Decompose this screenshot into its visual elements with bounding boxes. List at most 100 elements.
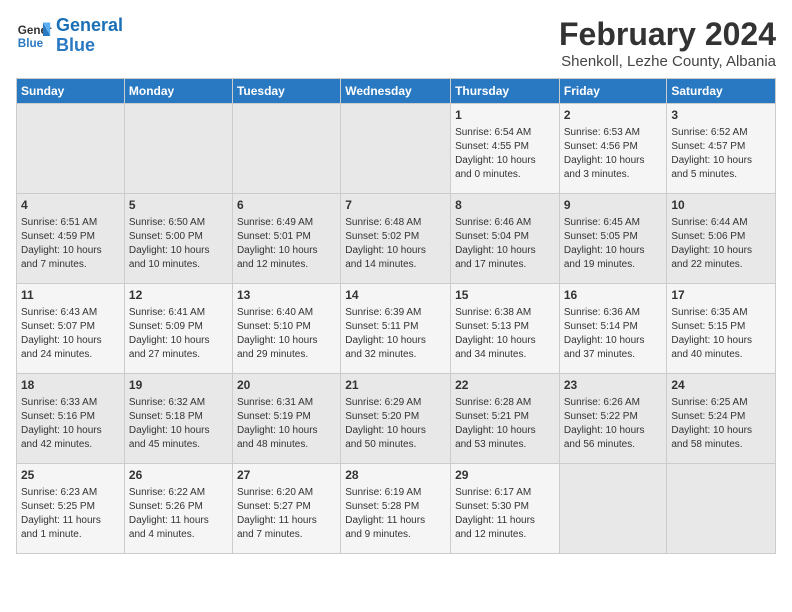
day-info: Sunrise: 6:17 AM Sunset: 5:30 PM Dayligh…: [455, 486, 555, 542]
day-number: 17: [671, 287, 771, 304]
week-row-5: 25 Sunrise: 6:23 AM Sunset: 5:25 PM Dayli…: [17, 464, 776, 554]
day-number: 11: [21, 287, 120, 304]
day-info: Sunrise: 6:39 AM Sunset: 5:11 PM Dayligh…: [345, 306, 446, 362]
calendar-cell: [559, 464, 667, 554]
title-block: February 2024 Shenkoll, Lezhe County, Al…: [559, 16, 776, 70]
calendar-cell: 6 Sunrise: 6:49 AM Sunset: 5:01 PM Daylig…: [232, 194, 340, 284]
calendar-cell: 2 Sunrise: 6:53 AM Sunset: 4:56 PM Daylig…: [559, 104, 667, 194]
calendar-cell: 18 Sunrise: 6:33 AM Sunset: 5:16 PM Dayli…: [17, 374, 125, 464]
day-info: Sunrise: 6:29 AM Sunset: 5:20 PM Dayligh…: [345, 396, 446, 452]
day-info: Sunrise: 6:33 AM Sunset: 5:16 PM Dayligh…: [21, 396, 120, 452]
day-info: Sunrise: 6:40 AM Sunset: 5:10 PM Dayligh…: [237, 306, 336, 362]
calendar-cell: 23Sunrise: 6:26 AM Sunset: 5:22 PM Dayli…: [559, 374, 667, 464]
day-info: Sunrise: 6:48 AM Sunset: 5:02 PM Dayligh…: [345, 216, 446, 272]
calendar-cell: 25 Sunrise: 6:23 AM Sunset: 5:25 PM Dayli…: [17, 464, 125, 554]
logo-text: General Blue: [56, 16, 123, 56]
calendar-cell: 12 Sunrise: 6:41 AM Sunset: 5:09 PM Dayli…: [124, 284, 232, 374]
calendar-cell: 5Sunrise: 6:50 AM Sunset: 5:00 PM Daylig…: [124, 194, 232, 284]
day-info: Sunrise: 6:41 AM Sunset: 5:09 PM Dayligh…: [129, 306, 228, 362]
logo-line2: Blue: [56, 35, 95, 55]
weekday-header-row: Sunday Monday Tuesday Wednesday Thursday…: [17, 79, 776, 104]
day-number: 24: [671, 377, 771, 394]
day-number: 15: [455, 287, 555, 304]
day-number: 3: [671, 107, 771, 124]
day-number: 10: [671, 197, 771, 214]
header-sunday: Sunday: [17, 79, 125, 104]
day-number: 12: [129, 287, 228, 304]
day-number: 6: [237, 197, 336, 214]
day-number: 19: [129, 377, 228, 394]
day-number: 2: [564, 107, 663, 124]
week-row-3: 11 Sunrise: 6:43 AM Sunset: 5:07 PM Dayli…: [17, 284, 776, 374]
day-number: 4: [21, 197, 120, 214]
day-info: Sunrise: 6:52 AM Sunset: 4:57 PM Dayligh…: [671, 126, 771, 182]
calendar-cell: 28Sunrise: 6:19 AM Sunset: 5:28 PM Dayli…: [341, 464, 451, 554]
calendar-cell: 27Sunrise: 6:20 AM Sunset: 5:27 PM Dayli…: [232, 464, 340, 554]
day-info: Sunrise: 6:54 AM Sunset: 4:55 PM Dayligh…: [455, 126, 555, 182]
calendar-cell: 26 Sunrise: 6:22 AM Sunset: 5:26 PM Dayli…: [124, 464, 232, 554]
day-number: 26: [129, 467, 228, 484]
day-info: Sunrise: 6:45 AM Sunset: 5:05 PM Dayligh…: [564, 216, 663, 272]
calendar-cell: 11 Sunrise: 6:43 AM Sunset: 5:07 PM Dayli…: [17, 284, 125, 374]
day-info: Sunrise: 6:43 AM Sunset: 5:07 PM Dayligh…: [21, 306, 120, 362]
day-info: Sunrise: 6:53 AM Sunset: 4:56 PM Dayligh…: [564, 126, 663, 182]
calendar-cell: [124, 104, 232, 194]
calendar-cell: 1Sunrise: 6:54 AM Sunset: 4:55 PM Daylig…: [451, 104, 560, 194]
page-header: General Blue General Blue February 2024 …: [16, 16, 776, 70]
calendar-cell: 7 Sunrise: 6:48 AM Sunset: 5:02 PM Daylig…: [341, 194, 451, 284]
day-number: 8: [455, 197, 555, 214]
calendar-cell: 10 Sunrise: 6:44 AM Sunset: 5:06 PM Dayli…: [667, 194, 776, 284]
calendar-cell: [667, 464, 776, 554]
calendar-cell: 15 Sunrise: 6:38 AM Sunset: 5:13 PM Dayli…: [451, 284, 560, 374]
week-row-1: 1Sunrise: 6:54 AM Sunset: 4:55 PM Daylig…: [17, 104, 776, 194]
header-saturday: Saturday: [667, 79, 776, 104]
day-number: 14: [345, 287, 446, 304]
day-info: Sunrise: 6:31 AM Sunset: 5:19 PM Dayligh…: [237, 396, 336, 452]
day-info: Sunrise: 6:36 AM Sunset: 5:14 PM Dayligh…: [564, 306, 663, 362]
header-friday: Friday: [559, 79, 667, 104]
header-wednesday: Wednesday: [341, 79, 451, 104]
day-info: Sunrise: 6:35 AM Sunset: 5:15 PM Dayligh…: [671, 306, 771, 362]
calendar-cell: 14 Sunrise: 6:39 AM Sunset: 5:11 PM Dayli…: [341, 284, 451, 374]
calendar-subtitle: Shenkoll, Lezhe County, Albania: [559, 53, 776, 70]
day-info: Sunrise: 6:38 AM Sunset: 5:13 PM Dayligh…: [455, 306, 555, 362]
calendar-cell: [232, 104, 340, 194]
day-number: 22: [455, 377, 555, 394]
day-number: 20: [237, 377, 336, 394]
calendar-cell: 9 Sunrise: 6:45 AM Sunset: 5:05 PM Daylig…: [559, 194, 667, 284]
calendar-cell: 8 Sunrise: 6:46 AM Sunset: 5:04 PM Daylig…: [451, 194, 560, 284]
day-number: 5: [129, 197, 228, 214]
calendar-cell: 16 Sunrise: 6:36 AM Sunset: 5:14 PM Dayli…: [559, 284, 667, 374]
day-info: Sunrise: 6:44 AM Sunset: 5:06 PM Dayligh…: [671, 216, 771, 272]
day-info: Sunrise: 6:22 AM Sunset: 5:26 PM Dayligh…: [129, 486, 228, 542]
calendar-title: February 2024: [559, 16, 776, 53]
day-number: 16: [564, 287, 663, 304]
logo-icon: General Blue: [16, 18, 52, 54]
day-info: Sunrise: 6:28 AM Sunset: 5:21 PM Dayligh…: [455, 396, 555, 452]
day-info: Sunrise: 6:46 AM Sunset: 5:04 PM Dayligh…: [455, 216, 555, 272]
calendar-cell: 3 Sunrise: 6:52 AM Sunset: 4:57 PM Daylig…: [667, 104, 776, 194]
calendar-cell: [341, 104, 451, 194]
day-number: 7: [345, 197, 446, 214]
calendar-cell: 21 Sunrise: 6:29 AM Sunset: 5:20 PM Dayli…: [341, 374, 451, 464]
day-info: Sunrise: 6:23 AM Sunset: 5:25 PM Dayligh…: [21, 486, 120, 542]
day-number: 25: [21, 467, 120, 484]
calendar-cell: 17 Sunrise: 6:35 AM Sunset: 5:15 PM Dayli…: [667, 284, 776, 374]
calendar-cell: 22 Sunrise: 6:28 AM Sunset: 5:21 PM Dayli…: [451, 374, 560, 464]
day-info: Sunrise: 6:51 AM Sunset: 4:59 PM Dayligh…: [21, 216, 120, 272]
calendar-table: Sunday Monday Tuesday Wednesday Thursday…: [16, 78, 776, 554]
calendar-cell: 4 Sunrise: 6:51 AM Sunset: 4:59 PM Daylig…: [17, 194, 125, 284]
day-number: 18: [21, 377, 120, 394]
day-info: Sunrise: 6:26 AM Sunset: 5:22 PM Dayligh…: [564, 396, 663, 452]
day-number: 27: [237, 467, 336, 484]
day-info: Sunrise: 6:32 AM Sunset: 5:18 PM Dayligh…: [129, 396, 228, 452]
day-number: 21: [345, 377, 446, 394]
logo-line1: General: [56, 15, 123, 35]
calendar-cell: 24Sunrise: 6:25 AM Sunset: 5:24 PM Dayli…: [667, 374, 776, 464]
calendar-cell: 19 Sunrise: 6:32 AM Sunset: 5:18 PM Dayli…: [124, 374, 232, 464]
day-info: Sunrise: 6:49 AM Sunset: 5:01 PM Dayligh…: [237, 216, 336, 272]
calendar-cell: 20 Sunrise: 6:31 AM Sunset: 5:19 PM Dayli…: [232, 374, 340, 464]
day-number: 29: [455, 467, 555, 484]
calendar-cell: 29 Sunrise: 6:17 AM Sunset: 5:30 PM Dayli…: [451, 464, 560, 554]
day-number: 9: [564, 197, 663, 214]
